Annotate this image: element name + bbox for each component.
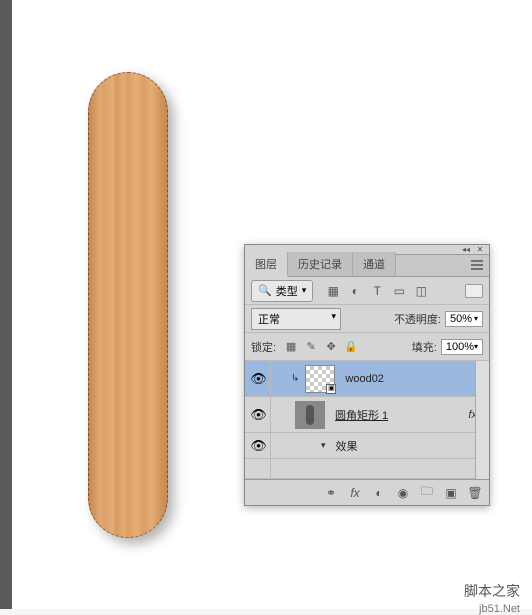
effects-label: 效果	[336, 438, 358, 454]
lock-row: 锁定: ▦ ✎ ✥ 🔒 填充: 100% ▾	[245, 333, 489, 361]
filter-kind-label: 类型	[276, 283, 298, 299]
layer-row-wood02[interactable]: 👁 ↳ ▣ wood02	[245, 361, 489, 397]
layer-row-effects[interactable]: 👁 ▾ 效果	[245, 433, 489, 459]
layer-thumb-shape[interactable]	[295, 401, 325, 429]
lock-all-icon[interactable]: 🔒	[344, 340, 358, 354]
watermark-text: 脚本之家	[464, 581, 520, 601]
chevron-down-icon: ▾	[474, 314, 478, 323]
close-panel-icon[interactable]: ✕	[475, 247, 485, 253]
visibility-toggle[interactable]: 👁	[247, 433, 271, 458]
blend-mode-select[interactable]: 正常	[251, 308, 341, 330]
panel-tabs: 图层 历史记录 通道	[245, 255, 489, 277]
watermark-sub-text: jb51.Net	[479, 603, 520, 615]
filter-kind-select[interactable]: 🔍 类型 ▾	[251, 280, 313, 302]
scrollbar[interactable]	[475, 361, 489, 479]
opacity-label: 不透明度:	[394, 311, 441, 327]
filter-icons: ▦ ◐ T ▭ ◫	[325, 283, 429, 299]
filter-pixel-icon[interactable]: ▦	[325, 283, 341, 299]
filter-toggle[interactable]	[465, 284, 483, 298]
blend-mode-value: 正常	[258, 314, 280, 326]
lock-brush-icon[interactable]: ✎	[304, 340, 318, 354]
lock-label: 锁定:	[251, 339, 276, 355]
group-icon[interactable]: 🗀	[419, 485, 435, 501]
layer-name[interactable]: 圆角矩形 1	[335, 407, 388, 423]
adjustment-icon[interactable]: ◉	[395, 485, 411, 501]
filter-smart-icon[interactable]: ◫	[413, 283, 429, 299]
collapse-icon[interactable]: ◂◂	[461, 247, 471, 253]
wood-stick-shape[interactable]	[88, 72, 168, 538]
layer-row-roundrect[interactable]: 👁 圆角矩形 1 fx ▾	[245, 397, 489, 433]
chevron-down-icon: ▾	[474, 342, 478, 351]
layer-name[interactable]: wood02	[345, 373, 384, 385]
canvas-area: ◂◂ ✕ 图层 历史记录 通道 🔍 类型 ▾ ▦ ◐ T ▭ ◫	[0, 0, 532, 609]
fill-input[interactable]: 100% ▾	[441, 339, 483, 355]
opacity-input[interactable]: 50% ▾	[445, 311, 483, 327]
smart-object-badge: ▣	[326, 384, 336, 394]
filter-adjust-icon[interactable]: ◐	[347, 283, 363, 299]
filter-shape-icon[interactable]: ▭	[391, 283, 407, 299]
panel-bottom-toolbar: ⚭ fx ◐ ◉ 🗀 ▣ 🗑	[245, 479, 489, 505]
trash-icon[interactable]: 🗑	[467, 485, 483, 501]
chevron-down-icon: ▾	[302, 285, 307, 296]
lock-transparent-icon[interactable]: ▦	[284, 340, 298, 354]
layer-row-extra[interactable]	[245, 459, 489, 479]
fill-label: 填充:	[412, 339, 437, 355]
layers-panel: ◂◂ ✕ 图层 历史记录 通道 🔍 类型 ▾ ▦ ◐ T ▭ ◫	[244, 244, 490, 506]
clip-arrow-icon: ↳	[291, 373, 299, 384]
expand-triangle-icon[interactable]: ▾	[321, 440, 326, 451]
lock-move-icon[interactable]: ✥	[324, 340, 338, 354]
visibility-toggle[interactable]	[247, 459, 271, 479]
opacity-value: 50%	[450, 313, 472, 325]
panel-menu-icon[interactable]	[471, 259, 485, 271]
filter-type-icon[interactable]: T	[369, 283, 385, 299]
lock-icons: ▦ ✎ ✥ 🔒	[284, 340, 358, 354]
mask-icon[interactable]: ◐	[371, 485, 387, 501]
link-layers-icon[interactable]: ⚭	[323, 485, 339, 501]
tab-channels[interactable]: 通道	[353, 252, 396, 276]
layers-list: 👁 ↳ ▣ wood02 👁 圆角矩形 1 fx ▾	[245, 361, 489, 479]
visibility-toggle[interactable]: 👁	[247, 361, 271, 396]
layer-thumb[interactable]: ▣	[305, 365, 335, 393]
tab-history[interactable]: 历史记录	[288, 252, 353, 276]
blend-row: 正常 不透明度: 50% ▾	[245, 305, 489, 333]
visibility-toggle[interactable]: 👁	[247, 397, 271, 432]
fill-value: 100%	[446, 341, 474, 353]
search-icon: 🔍	[258, 284, 272, 297]
filter-row: 🔍 类型 ▾ ▦ ◐ T ▭ ◫	[245, 277, 489, 305]
fx-icon[interactable]: fx	[347, 485, 363, 501]
new-layer-icon[interactable]: ▣	[443, 485, 459, 501]
tab-layers[interactable]: 图层	[245, 252, 288, 277]
